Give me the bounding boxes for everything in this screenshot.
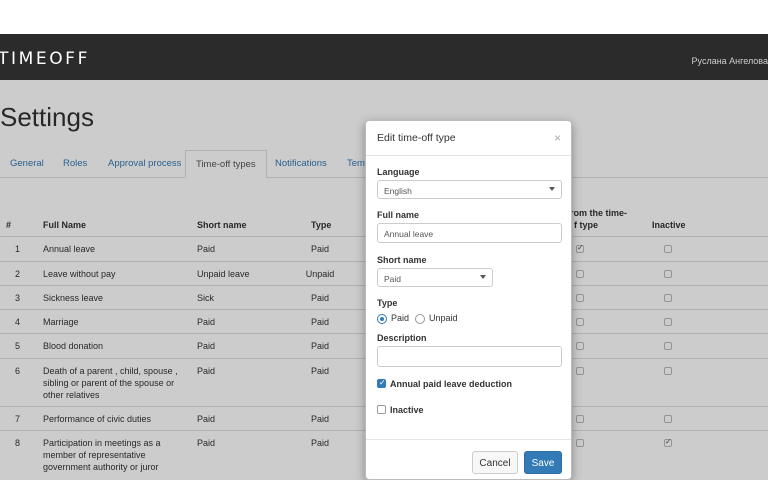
modal-title: Edit time-off type [377,132,456,144]
edit-time-off-type-modal: Edit time-off type × Language English Fu… [365,120,572,480]
language-value: English [384,186,412,196]
modal-header-divider [366,155,571,156]
deduction-label: Annual paid leave deduction [390,379,513,389]
description-label: Description [377,333,427,343]
type-paid-label: Paid [391,313,410,323]
close-icon[interactable]: × [554,131,561,145]
type-paid-radio[interactable] [377,314,387,324]
save-button[interactable]: Save [524,451,562,474]
language-select[interactable]: English [377,180,562,199]
brand-logo[interactable]: TIMEOFF [0,49,90,69]
short-name-select[interactable]: Paid [377,268,493,287]
deduction-checkbox[interactable] [377,378,386,388]
top-whitespace [0,0,768,34]
type-unpaid-radio[interactable] [415,314,425,324]
description-input[interactable] [377,346,562,367]
navbar: TIMEOFF Руслана Ангелова [0,34,768,80]
short-name-value: Paid [384,274,402,284]
user-menu[interactable]: Руслана Ангелова [692,56,768,66]
full-name-input[interactable]: Annual leave [377,223,562,243]
cancel-button[interactable]: Cancel [472,451,518,474]
modal-footer-divider [366,439,571,440]
type-label: Type [377,298,398,308]
chevron-down-icon [480,275,486,279]
short-name-label: Short name [377,255,427,265]
type-unpaid-label: Unpaid [429,313,458,323]
full-name-value: Annual leave [384,229,434,239]
full-name-label: Full name [377,210,420,220]
language-label: Language [377,167,420,177]
inactive-label: Inactive [390,405,424,415]
chevron-down-icon [549,187,555,191]
inactive-checkbox[interactable] [377,405,386,414]
